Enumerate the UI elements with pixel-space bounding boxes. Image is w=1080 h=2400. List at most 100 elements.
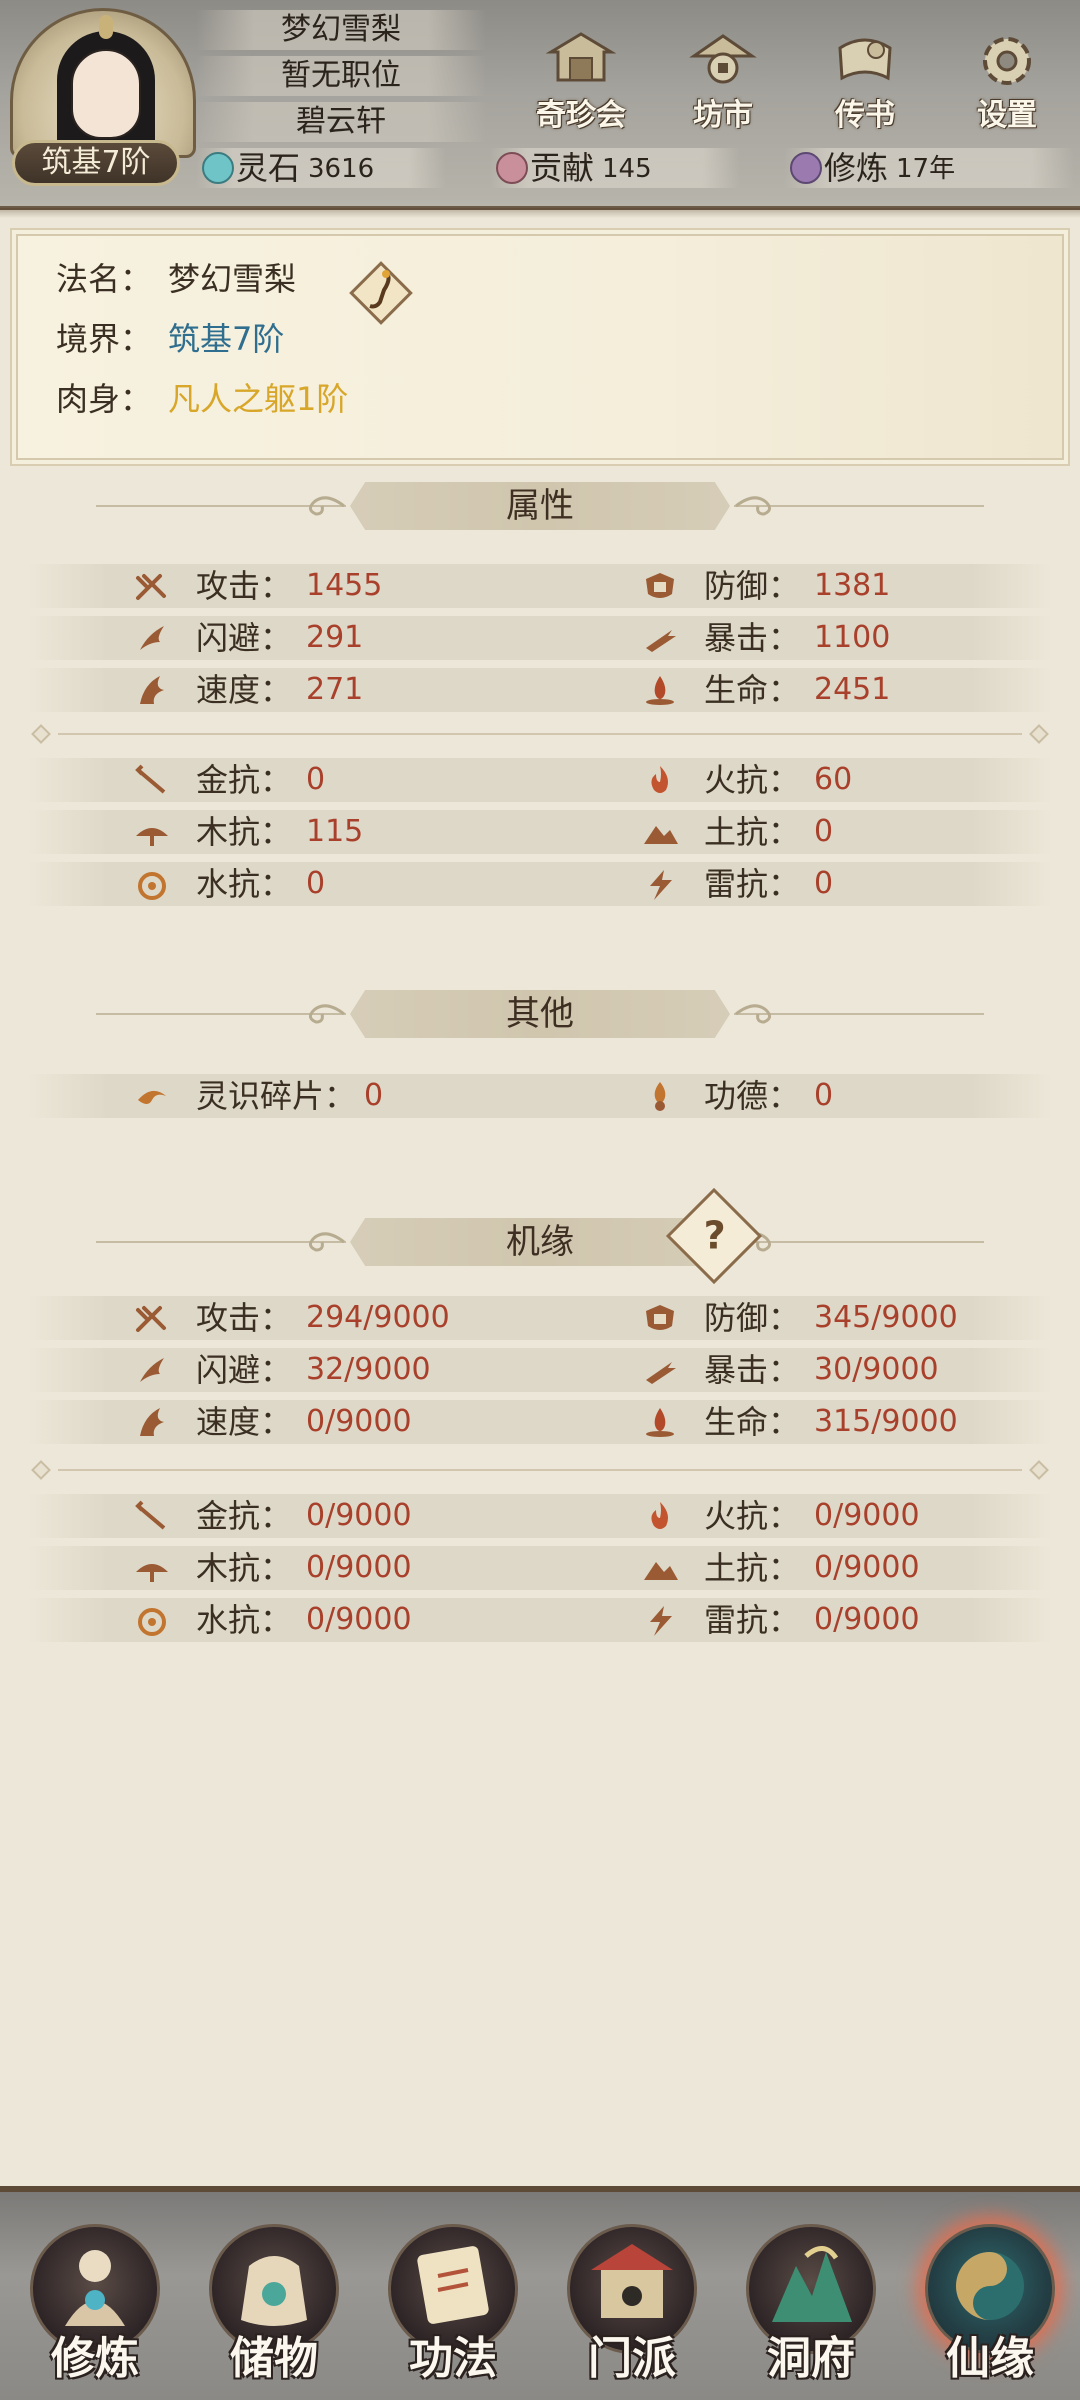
- letter-label: 传书: [835, 98, 895, 133]
- stat-label: 暴击：: [704, 619, 801, 657]
- stat-value: 0: [364, 1078, 384, 1113]
- stat-label: 火抗：: [704, 1497, 801, 1535]
- attr-stat: 速度： 271: [134, 668, 554, 712]
- nav-item-sect-gate[interactable]: 门派: [557, 2222, 707, 2400]
- dodge-icon: [140, 626, 164, 650]
- stat-label: 木抗：: [196, 1549, 293, 1587]
- crit-icon: [646, 630, 676, 652]
- wood-resist-icon: [136, 828, 168, 846]
- treasure-pavilion-button[interactable]: 奇珍会: [526, 26, 636, 133]
- spirit-stone-icon: [202, 152, 234, 184]
- body-value: 凡人之躯1阶: [168, 380, 349, 418]
- attr-stat: 土抗： 0: [642, 810, 1062, 854]
- attack-icon: [136, 574, 166, 600]
- stat-value: 0: [306, 762, 326, 797]
- cloud-swirl-icon: [309, 496, 345, 516]
- cloud-swirl-icon: [735, 496, 771, 516]
- attr-stat: 暴击： 30/9000: [642, 1348, 1062, 1392]
- attr-stat: 火抗： 0/9000: [642, 1494, 1062, 1538]
- attr-stat: 速度： 0/9000: [134, 1400, 554, 1444]
- nav-item-storage-bag[interactable]: 储物: [199, 2222, 349, 2400]
- stat-value: 0: [306, 866, 326, 901]
- section-divider: [28, 1460, 1052, 1480]
- rename-brush-icon[interactable]: [346, 258, 416, 328]
- nav-item-meditating-monk[interactable]: 修炼: [20, 2222, 170, 2400]
- attr-stat: 防御： 1381: [642, 564, 1062, 608]
- attr-stat: 攻击： 1455: [134, 564, 554, 608]
- nav-label: 洞府: [767, 2333, 855, 2384]
- attack-icon: [136, 1306, 166, 1332]
- spirit-stone-display[interactable]: 灵石 3616: [196, 148, 446, 188]
- stat-label: 功德：: [704, 1077, 801, 1115]
- crit-icon: [646, 1362, 676, 1384]
- stat-value: 0/9000: [306, 1498, 412, 1533]
- defense-icon: [646, 1305, 674, 1330]
- stat-value: 0/9000: [814, 1498, 920, 1533]
- attributes-section-title: 属性: [0, 476, 1080, 536]
- attr-stat: 金抗： 0/9000: [134, 1494, 554, 1538]
- contribution-display[interactable]: 贡献 145: [490, 148, 740, 188]
- stat-value: 291: [306, 620, 364, 655]
- realm-badge: 筑基7阶: [12, 140, 180, 186]
- scroll-letter-icon: [838, 38, 892, 81]
- nav-item-cave-mountain[interactable]: 洞府: [736, 2222, 886, 2400]
- attr-stat: 功德： 0: [642, 1074, 1062, 1118]
- stat-value: 115: [306, 814, 364, 849]
- wood-resist-icon: [136, 1564, 168, 1582]
- stat-value: 0/9000: [814, 1550, 920, 1585]
- technique-scroll-icon: [417, 2246, 489, 2324]
- stat-label: 速度：: [196, 1403, 293, 1441]
- stat-label: 土抗：: [704, 1549, 801, 1587]
- attr-stat: 灵识碎片： 0: [134, 1074, 554, 1118]
- stat-label: 水抗：: [196, 1601, 293, 1639]
- attr-stat: 防御： 345/9000: [642, 1296, 1062, 1340]
- avatar-frame: [10, 8, 196, 158]
- stat-label: 土抗：: [704, 813, 801, 851]
- life-icon: [646, 676, 674, 705]
- attr-stat: 攻击： 294/9000: [134, 1296, 554, 1340]
- earth-resist-icon: [644, 1562, 678, 1580]
- thunder-resist-icon: [650, 870, 672, 900]
- letter-button[interactable]: 传书: [810, 26, 920, 133]
- metal-resist-icon: [135, 1500, 166, 1530]
- attr-stat: 水抗： 0/9000: [134, 1598, 554, 1642]
- realm-value: 筑基7阶: [168, 320, 285, 358]
- speed-icon: [140, 676, 164, 704]
- attr-stat: 暴击： 1100: [642, 616, 1062, 660]
- nav-item-technique-scroll[interactable]: 功法: [378, 2222, 528, 2400]
- stat-value: 315/9000: [814, 1404, 958, 1439]
- attr-stat: 雷抗： 0/9000: [642, 1598, 1062, 1642]
- attr-stat: 生命： 315/9000: [642, 1400, 1062, 1444]
- fire-resist-icon: [651, 766, 668, 793]
- character-position: 暂无职位: [196, 56, 486, 96]
- market-button[interactable]: 坊市: [668, 26, 778, 133]
- attr-stat: 木抗： 115: [134, 810, 554, 854]
- stat-value: 1455: [306, 568, 383, 603]
- stat-value: 1381: [814, 568, 891, 603]
- stat-value: 345/9000: [814, 1300, 958, 1335]
- stat-label: 生命：: [704, 671, 801, 709]
- avatar[interactable]: [8, 8, 198, 158]
- stat-label: 木抗：: [196, 813, 293, 851]
- attr-stat: 闪避： 291: [134, 616, 554, 660]
- attr-stat: 生命： 2451: [642, 668, 1062, 712]
- stat-value: 0: [814, 814, 834, 849]
- thunder-resist-icon: [650, 1606, 672, 1636]
- stat-label: 水抗：: [196, 865, 293, 903]
- character-sect-hall: 碧云轩: [196, 102, 486, 142]
- stat-value: 32/9000: [306, 1352, 431, 1387]
- stat-label: 火抗：: [704, 761, 801, 799]
- stat-label: 暴击：: [704, 1351, 801, 1389]
- defense-icon: [646, 573, 674, 598]
- settings-button[interactable]: 设置: [952, 26, 1062, 133]
- cloud-swirl-icon: [309, 1004, 345, 1024]
- stat-value: 2451: [814, 672, 891, 707]
- life-icon: [646, 1408, 674, 1437]
- merit-icon: [654, 1082, 666, 1111]
- top-header: 筑基7阶 梦幻雪梨 暂无职位 碧云轩 奇珍会 坊市 传书 设置 灵石 3616 …: [0, 0, 1080, 218]
- treasure-pavilion-label: 奇珍会: [536, 98, 626, 133]
- nav-item-taiji[interactable]: 仙缘: [915, 2222, 1065, 2400]
- cultivation-years-display[interactable]: 修炼 17年: [784, 148, 1074, 188]
- stat-value: 0: [814, 1078, 834, 1113]
- stat-label: 防御：: [704, 567, 801, 605]
